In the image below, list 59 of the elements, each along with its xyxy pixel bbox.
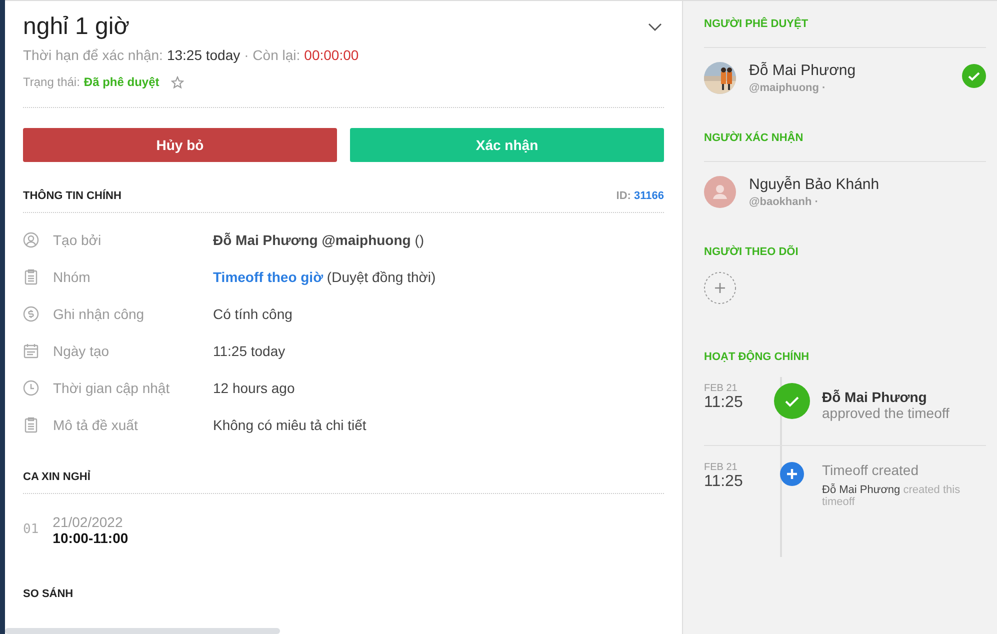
shift-number: 01 <box>23 522 39 539</box>
field-value: Có tính công <box>213 306 292 322</box>
calendar-icon <box>23 342 39 358</box>
field-label: Ghi nhận công <box>53 306 146 322</box>
field-value: 12 hours ago <box>213 380 295 396</box>
activity-time: 11:25 <box>704 394 744 412</box>
activity-detail: Đỗ Mai Phương created this timeoff <box>822 484 962 508</box>
id-value: 31166 <box>634 190 664 202</box>
section-heading: NGƯỜI XÁC NHẬN <box>704 132 986 162</box>
activity-date: FEB 21 <box>704 383 738 394</box>
field-label: Nhóm <box>53 268 92 284</box>
shift-time: 10:00-11:00 <box>52 530 128 546</box>
avatar-icon <box>704 176 736 208</box>
group-link[interactable]: Timeoff theo giờ <box>213 268 324 284</box>
activity-actor: Đỗ Mai Phương <box>822 389 928 405</box>
person-name: Nguyễn Bảo Khánh <box>749 176 880 193</box>
section-heading: NGƯỜI THEO DÕI <box>704 246 800 260</box>
scrollbar[interactable] <box>5 628 280 634</box>
person-name: Đỗ Mai Phương <box>749 62 857 79</box>
add-follower-icon[interactable] <box>704 272 736 304</box>
person-handle: @baokhanh · <box>749 196 820 208</box>
clipboard-icon <box>23 268 39 284</box>
activity-date: FEB 21 <box>704 462 738 473</box>
clock-icon <box>23 380 39 396</box>
section-heading: THÔNG TIN CHÍNH <box>23 190 122 202</box>
user-icon <box>23 232 39 248</box>
check-icon <box>774 383 810 419</box>
activity-text: approved the timeoff <box>822 405 950 421</box>
id-label: ID: <box>616 190 631 202</box>
deadline-value: 13:25 today <box>166 47 240 63</box>
activity-time: 11:25 <box>704 473 744 491</box>
status-value: Đã phê duyệt <box>84 75 160 89</box>
plus-icon <box>780 462 804 486</box>
remaining-value: 00:00:00 <box>304 47 359 63</box>
section-heading: CA XIN NGHỈ <box>23 471 90 483</box>
field-value: Không có miêu tả chi tiết <box>213 416 366 432</box>
coin-icon <box>23 306 39 322</box>
clipboard-icon <box>23 416 39 432</box>
confirm-button[interactable]: Xác nhận <box>350 128 664 162</box>
star-icon[interactable] <box>171 76 184 88</box>
deadline-label: Thời hạn để xác nhận: <box>23 47 163 63</box>
section-heading: SO SÁNH <box>23 588 74 600</box>
field-label: Thời gian cập nhật <box>53 380 171 396</box>
chevron-down-icon[interactable] <box>648 23 662 31</box>
field-label: Ngày tạo <box>53 342 110 358</box>
cancel-button[interactable]: Hủy bỏ <box>23 128 337 162</box>
request-title: nghỉ 1 giờ <box>23 13 130 41</box>
field-value: Đỗ Mai Phương @maiphuong () <box>213 232 424 248</box>
person-handle: @maiphuong · <box>749 82 827 94</box>
shift-date: 21/02/2022 <box>52 514 124 530</box>
field-label: Tạo bởi <box>53 232 102 248</box>
activity-title: Timeoff created <box>822 462 920 478</box>
field-label: Mô tả đề xuất <box>53 416 139 432</box>
remaining-label: · Còn lại: <box>244 47 300 63</box>
field-value: (Duyệt đồng thời) <box>326 268 436 284</box>
section-heading: HOẠT ĐỘNG CHÍNH <box>704 351 810 365</box>
field-value: 11:25 today <box>213 342 286 358</box>
status-label: Trạng thái: <box>23 75 80 89</box>
section-heading: NGƯỜI PHÊ DUYỆT <box>704 18 986 48</box>
